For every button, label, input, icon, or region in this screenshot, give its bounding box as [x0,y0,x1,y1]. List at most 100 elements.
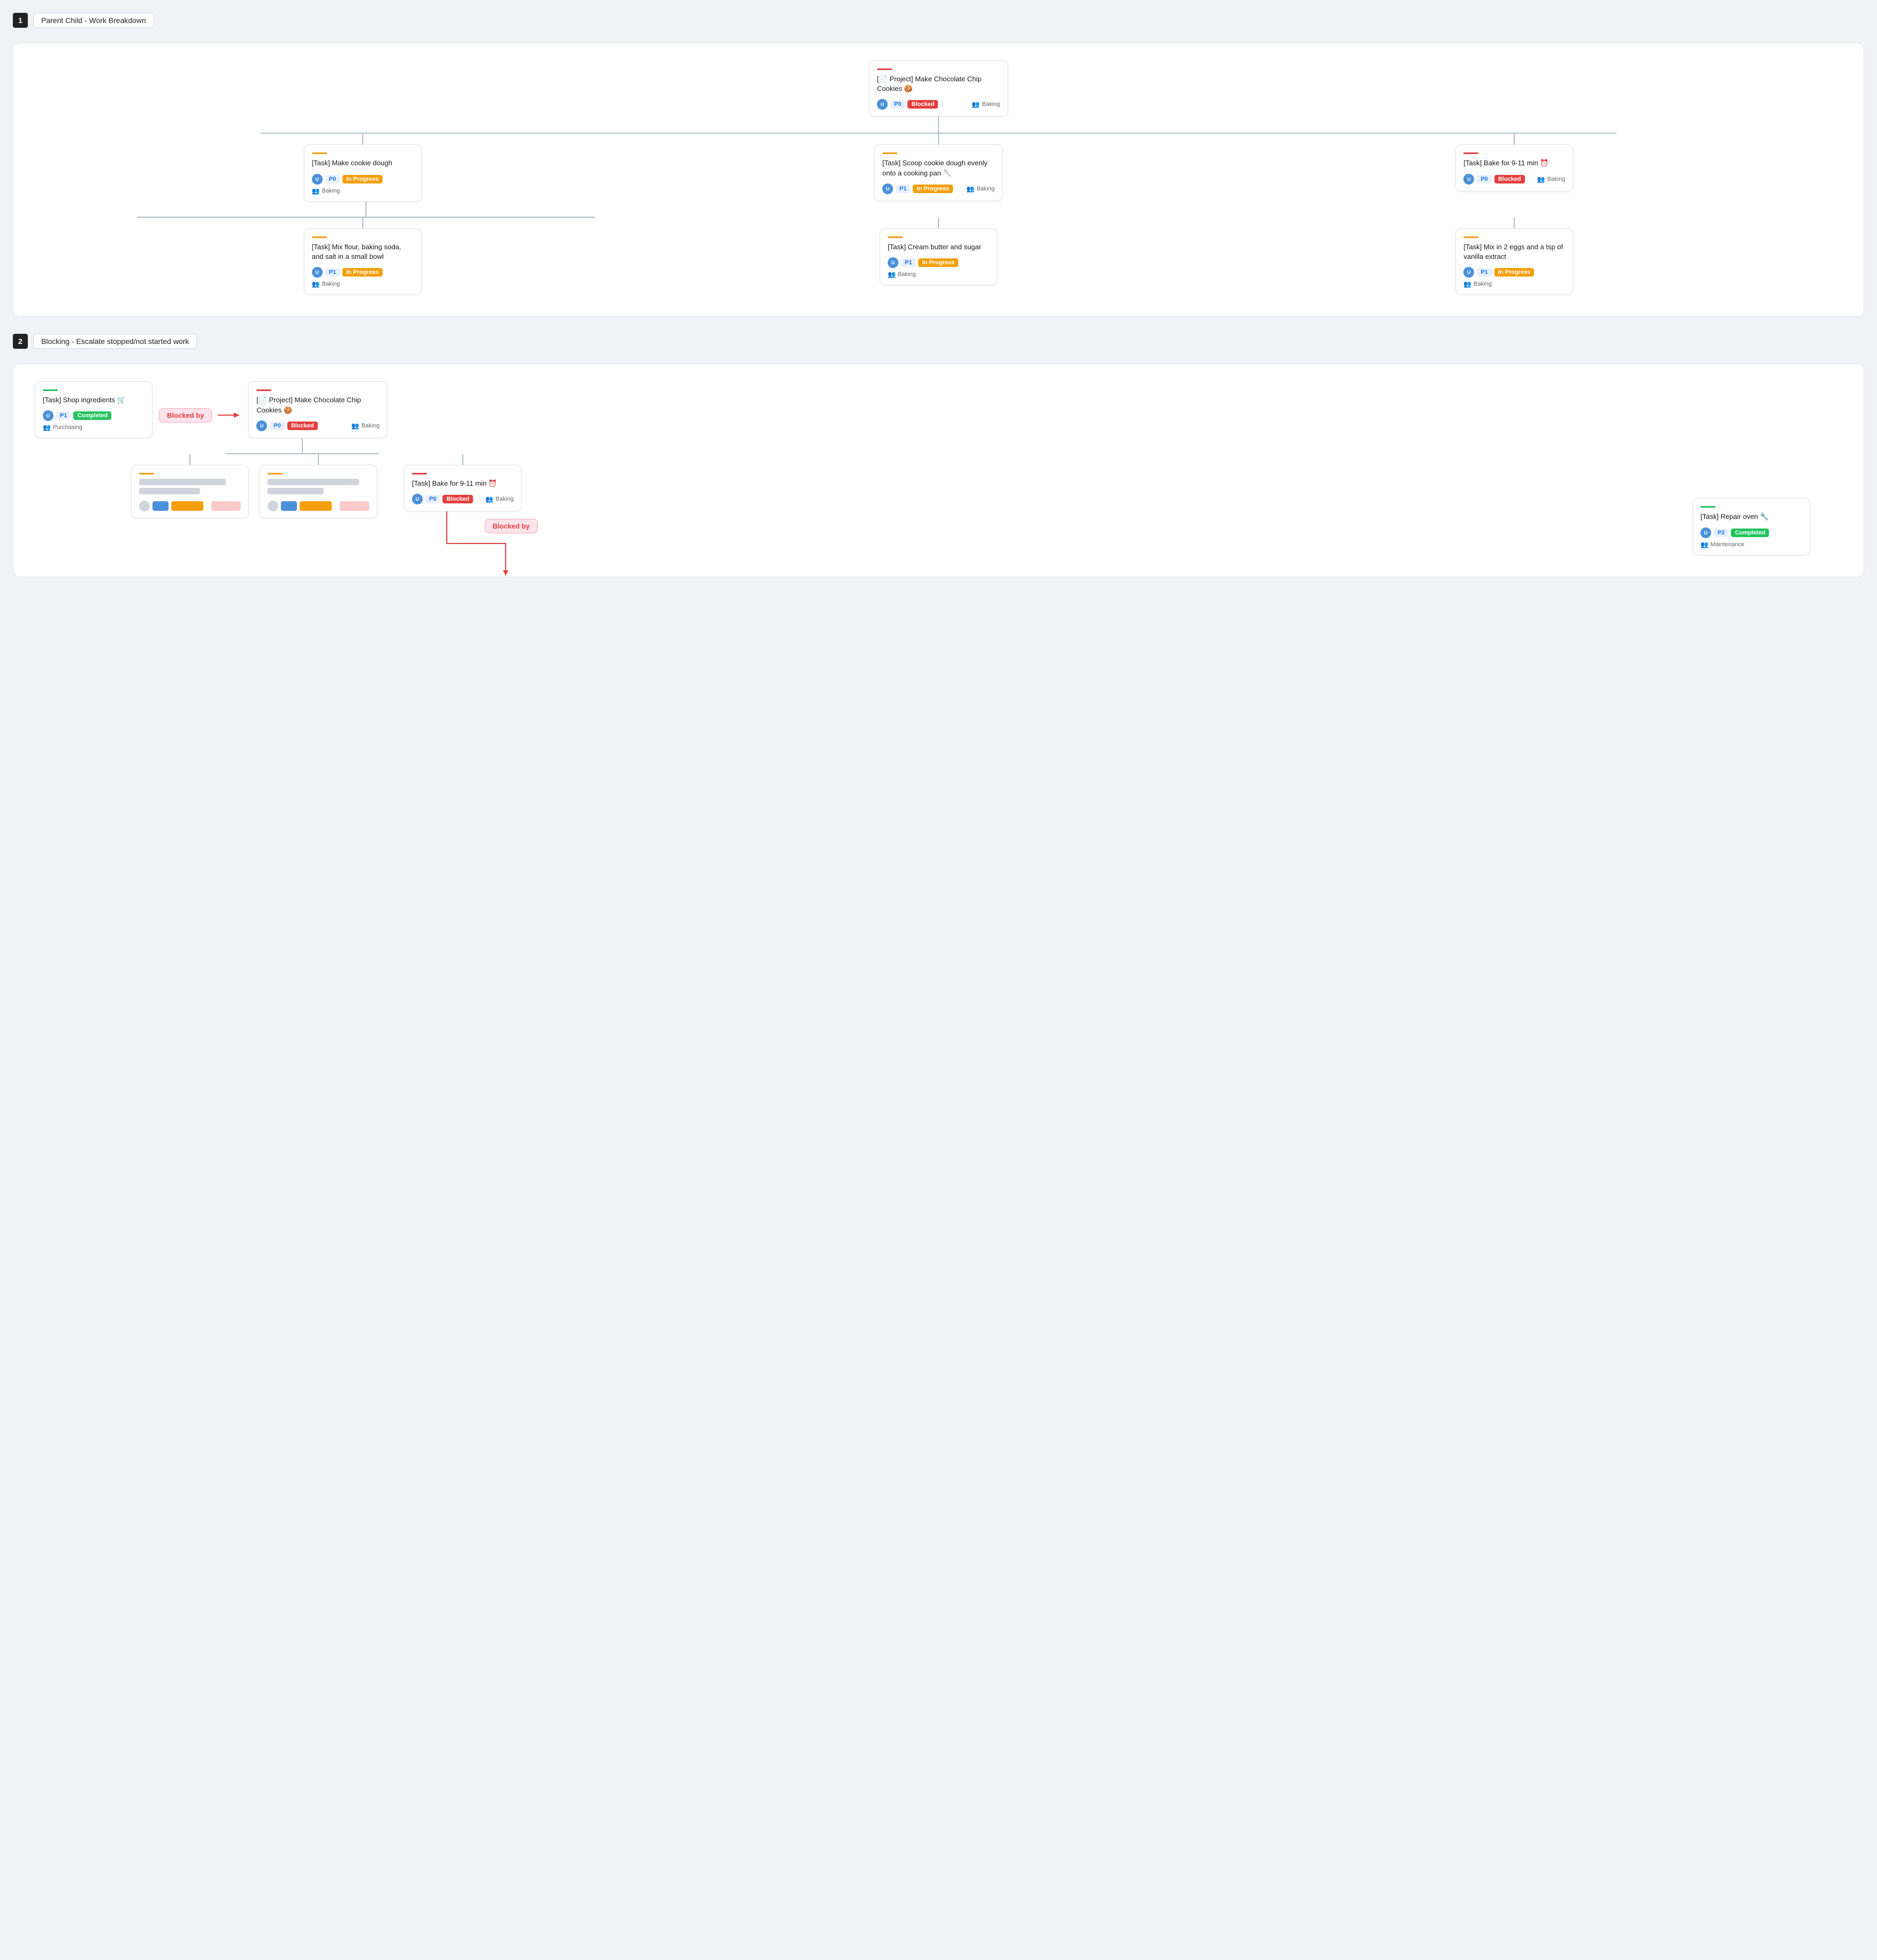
card-footer: U P1 Completed 👥 Purchasing [43,410,144,431]
root-card[interactable]: [📄 Project] Make Chocolate Chip Cookies … [869,60,1008,117]
card-title: [Task] Bake for 9-11 min ⏰ [1463,158,1565,168]
card-accent [312,236,327,238]
card-footer: U P1 In Progress 👥 Baking [888,257,989,278]
team-icon: 👥 [485,495,493,503]
s2-h-connector [201,438,404,454]
l2-card-1[interactable]: [Task] Mix flour, baking soda, and salt … [304,228,422,295]
card-footer: U P2 Completed 👥 Maintenance [1700,527,1802,548]
team-icon: 👥 [43,424,51,431]
s2-level1-connector [35,438,1842,454]
shop-card[interactable]: [Task] Shop ingredients 🛒 U P1 Completed… [35,381,152,438]
card-footer: U P0 Blocked 👥 Baking [412,494,514,504]
card-accent [888,236,903,238]
section-1-number: 1 [13,13,28,28]
card-title: [Task] Shop ingredients 🛒 [43,395,144,405]
team-badge: 👥 Purchasing [43,424,82,431]
section-2-title: Blocking - Escalate stopped/not started … [33,334,197,349]
card-footer-blur [268,501,369,511]
priority-badge: P1 [896,185,910,193]
team-badge: 👥 Baking [312,280,340,288]
team-icon: 👥 [352,422,360,430]
card-footer: U P1 In Progress 👥 Baking [312,267,414,288]
v-line [462,454,463,465]
blurred-card-2 [260,465,377,518]
card-footer: U P1 In Progress 👥 Baking [1463,267,1565,288]
avatar: U [312,267,323,278]
team-icon: 👥 [888,271,896,278]
arrow-left-svg [215,410,242,420]
status-badge: In Progress [342,175,383,183]
section-1-title: Parent Child - Work Breakdown [33,13,154,28]
status-badge: In Progress [918,258,958,267]
card-accent [139,473,154,474]
priority-badge: P1 [325,268,340,277]
card-footer: U P0 In Progress 👥 Baking [312,174,414,195]
card-title: [Task] Repair oven 🔧 [1700,512,1802,522]
card-accent [1463,152,1478,154]
vertical-line [938,117,939,133]
priority-badge: P1 [1477,268,1491,277]
card-title: [Task] Scoop cookie dough evenly onto a … [882,158,995,178]
bake-card-s2[interactable]: [Task] Bake for 9-11 min ⏰ U P0 Blocked … [404,465,522,511]
team-icon: 👥 [966,185,974,193]
horizontal-line-l1 [261,133,1616,134]
s2-l1-col-2 [260,454,377,518]
section-2-number: 2 [13,334,28,349]
card-title: [Task] Mix in 2 eggs and a tsp of vanill… [1463,242,1565,262]
l1-l2-connector [80,202,652,218]
badge-blur2 [171,501,203,511]
priority-badge: P0 [1477,175,1491,183]
blocked-by-label: Blocked by [485,519,538,533]
priority-badge: P1 [901,258,915,267]
blurred-card-1 [131,465,249,518]
avatar: U [1463,174,1474,185]
status-badge: Blocked [442,495,473,503]
card-footer: U P1 In Progress 👥 Baking [882,183,995,194]
card-title: [📄 Project] Make Chocolate Chip Cookies … [256,395,379,415]
spacer [652,202,1225,218]
l2-card-2[interactable]: [Task] Cream butter and sugar U P1 In Pr… [880,228,997,285]
card-title-blur [268,479,359,485]
card-title-blur [139,479,226,485]
card-title-blur2 [268,488,324,494]
l1-card-1[interactable]: [Task] Make cookie dough U P0 In Progres… [304,144,422,201]
team-icon: 👥 [1463,280,1471,288]
v-line [938,218,939,228]
card-footer: U P0 Blocked 👥 Baking [877,99,1000,110]
priority-badge: P1 [56,411,71,420]
avatar: U [256,420,267,431]
level1-row: [Task] Make cookie dough U P0 In Progres… [80,134,1797,201]
v-line [1514,134,1515,144]
project-card-s2[interactable]: [📄 Project] Make Chocolate Chip Cookies … [248,381,387,438]
l1-col-1: [Task] Make cookie dough U P0 In Progres… [80,134,645,201]
card-accent [43,389,58,391]
l2-card-3[interactable]: [Task] Mix in 2 eggs and a tsp of vanill… [1455,228,1573,295]
card-accent [1700,506,1715,508]
priority-badge: P0 [890,100,905,109]
team-blur [340,501,369,511]
avatar: U [882,183,893,194]
blocking-row: [Task] Shop ingredients 🛒 U P1 Completed… [35,381,1842,438]
card-accent [1463,236,1478,238]
badge-blur [152,501,169,511]
section-2: 2 Blocking - Escalate stopped/not starte… [13,334,1864,577]
team-icon: 👥 [312,187,320,195]
card-footer: U P0 Blocked 👥 Baking [256,420,379,431]
card-accent [312,152,327,154]
avatar: U [312,174,323,185]
l2-col-3: [Task] Mix in 2 eggs and a tsp of vanill… [1232,218,1797,295]
team-blur [211,501,241,511]
section-1: 1 Parent Child - Work Breakdown [📄 Proje… [13,13,1864,317]
priority-badge: P2 [1714,529,1728,537]
l1-card-2[interactable]: [Task] Scoop cookie dough evenly onto a … [874,144,1003,201]
l1-col-2: [Task] Scoop cookie dough evenly onto a … [656,134,1221,201]
shop-card-col: [Task] Shop ingredients 🛒 U P1 Completed… [35,381,152,438]
v-line [318,454,319,465]
l1-card-3[interactable]: [Task] Bake for 9-11 min ⏰ U P0 Blocked … [1455,144,1573,191]
spacer [1225,202,1797,218]
team-badge: 👥 Baking [966,185,995,193]
priority-badge: P0 [425,495,440,503]
section-1-tree: [📄 Project] Make Chocolate Chip Cookies … [13,43,1864,317]
repair-card[interactable]: [Task] Repair oven 🔧 U P2 Completed 👥 Ma… [1692,498,1810,555]
avatar: U [1700,527,1711,538]
